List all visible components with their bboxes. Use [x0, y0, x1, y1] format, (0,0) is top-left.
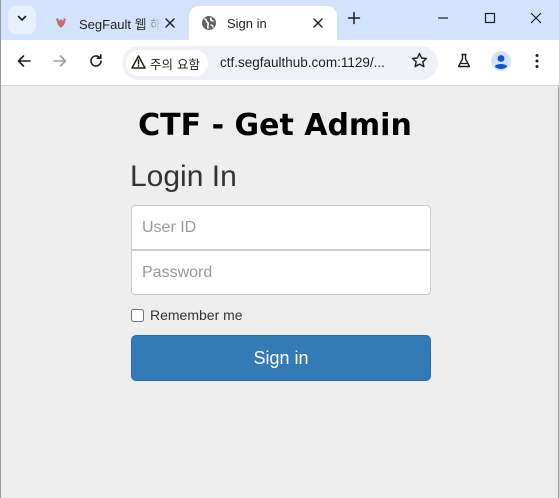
security-indicator[interactable]: 주의 요함	[126, 50, 208, 76]
bookmark-button[interactable]	[406, 50, 432, 76]
kebab-menu-icon	[534, 53, 540, 74]
page-content: CTF - Get Admin Login In Remember me Sig…	[1, 86, 558, 498]
user-id-input[interactable]	[131, 205, 431, 250]
plus-icon	[347, 11, 361, 30]
labs-button[interactable]	[450, 49, 478, 77]
profile-icon	[490, 50, 512, 77]
segfault-logo-icon	[53, 15, 69, 31]
page-title: CTF - Get Admin	[138, 108, 412, 143]
remember-me-label: Remember me	[150, 307, 243, 323]
warning-triangle-icon	[131, 54, 146, 72]
tab-search-button[interactable]	[8, 6, 36, 34]
browser-toolbar: 주의 요함 ctf.segfaulthub.com:1129/...	[1, 40, 559, 86]
forward-button[interactable]	[46, 49, 74, 77]
back-button[interactable]	[10, 49, 38, 77]
browser-window: SegFault 웹 해킹 Sign in	[0, 0, 559, 498]
forward-arrow-icon	[52, 53, 68, 74]
flask-icon	[456, 53, 472, 74]
minimize-icon	[437, 11, 449, 29]
close-icon	[530, 11, 542, 29]
tab-strip: SegFault 웹 해킹 Sign in	[1, 0, 559, 40]
close-icon[interactable]	[309, 14, 327, 32]
globe-icon	[201, 15, 217, 31]
maximize-icon	[484, 11, 496, 29]
tab-title: SegFault 웹 해킹	[79, 16, 161, 32]
sign-in-button[interactable]: Sign in	[131, 335, 431, 381]
maximize-button[interactable]	[467, 0, 513, 40]
reload-button[interactable]	[82, 49, 110, 77]
window-close-button[interactable]	[513, 0, 559, 40]
security-label: 주의 요함	[150, 56, 200, 72]
tab-sign-in[interactable]: Sign in	[189, 6, 337, 40]
password-input[interactable]	[131, 250, 431, 295]
reload-icon	[88, 53, 104, 74]
tab-title: Sign in	[227, 15, 267, 31]
remember-me-checkbox[interactable]	[131, 308, 144, 322]
chevron-down-icon	[16, 11, 28, 29]
url-text[interactable]: ctf.segfaulthub.com:1129/...	[220, 55, 385, 70]
tab-segfault[interactable]: SegFault 웹 해킹	[41, 6, 189, 40]
remember-me-row[interactable]: Remember me	[131, 307, 243, 323]
star-icon	[411, 52, 428, 74]
minimize-button[interactable]	[420, 0, 466, 40]
address-bar[interactable]: 주의 요함 ctf.segfaulthub.com:1129/...	[122, 46, 438, 80]
back-arrow-icon	[16, 53, 32, 74]
close-icon[interactable]	[161, 14, 179, 32]
form-title: Login In	[130, 160, 237, 193]
new-tab-button[interactable]	[342, 8, 366, 32]
profile-button[interactable]	[487, 49, 515, 77]
menu-button[interactable]	[523, 49, 551, 77]
